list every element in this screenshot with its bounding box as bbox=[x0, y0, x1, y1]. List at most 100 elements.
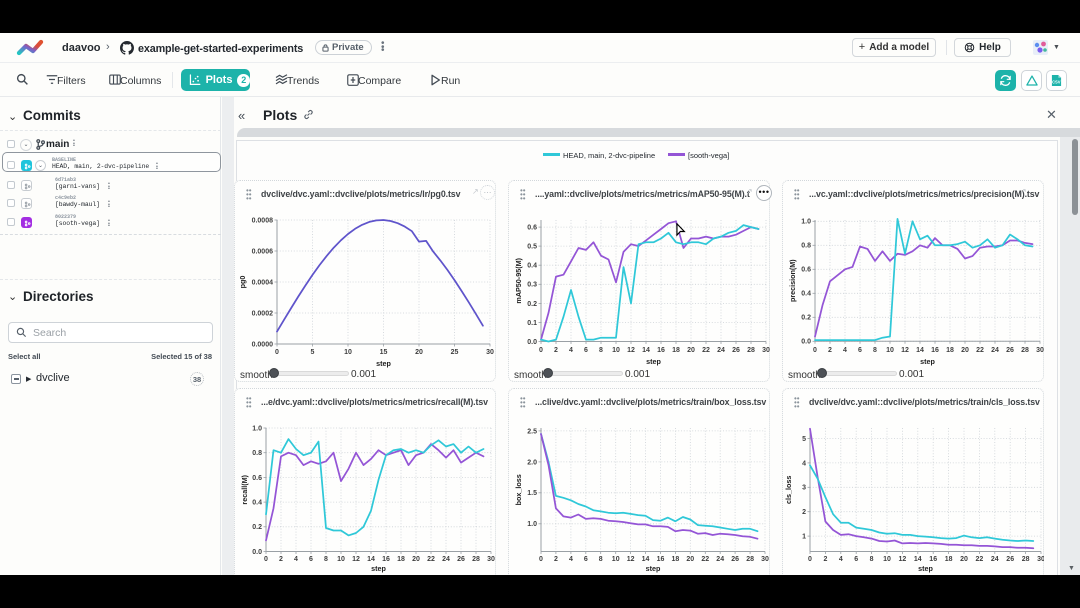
svg-text:30: 30 bbox=[761, 556, 769, 563]
svg-text:0.6: 0.6 bbox=[801, 267, 811, 274]
svg-text:14: 14 bbox=[367, 556, 375, 563]
svg-text:4: 4 bbox=[839, 556, 843, 563]
svg-text:24: 24 bbox=[991, 556, 999, 563]
svg-text:22: 22 bbox=[976, 556, 984, 563]
svg-text:1.0: 1.0 bbox=[527, 521, 537, 528]
svg-text:25: 25 bbox=[451, 349, 459, 356]
svg-text:0: 0 bbox=[808, 556, 812, 563]
svg-text:precision(M): precision(M) bbox=[788, 259, 797, 302]
svg-text:6: 6 bbox=[309, 556, 313, 563]
svg-text:0.6: 0.6 bbox=[527, 225, 537, 232]
svg-text:14: 14 bbox=[916, 347, 924, 354]
svg-text:6: 6 bbox=[858, 347, 862, 354]
svg-text:box_loss: box_loss bbox=[514, 474, 523, 505]
svg-text:0.4: 0.4 bbox=[801, 291, 811, 298]
svg-text:14: 14 bbox=[642, 556, 650, 563]
svg-text:18: 18 bbox=[945, 556, 953, 563]
svg-text:0: 0 bbox=[264, 556, 268, 563]
svg-text:16: 16 bbox=[657, 556, 665, 563]
svg-text:30: 30 bbox=[487, 556, 495, 563]
svg-text:1: 1 bbox=[802, 534, 806, 541]
svg-text:4: 4 bbox=[802, 460, 806, 467]
svg-text:10: 10 bbox=[612, 347, 620, 354]
svg-text:26: 26 bbox=[1006, 347, 1014, 354]
svg-text:20: 20 bbox=[961, 347, 969, 354]
svg-text:3: 3 bbox=[802, 485, 806, 492]
svg-text:16: 16 bbox=[382, 556, 390, 563]
svg-text:2: 2 bbox=[823, 556, 827, 563]
svg-text:step: step bbox=[646, 357, 661, 366]
svg-text:10: 10 bbox=[883, 556, 891, 563]
svg-text:20: 20 bbox=[686, 556, 694, 563]
svg-text:2: 2 bbox=[802, 509, 806, 516]
svg-text:12: 12 bbox=[352, 556, 360, 563]
svg-text:2: 2 bbox=[279, 556, 283, 563]
svg-text:2: 2 bbox=[554, 556, 558, 563]
svg-text:0.0004: 0.0004 bbox=[252, 279, 274, 286]
svg-text:16: 16 bbox=[657, 347, 665, 354]
svg-text:10: 10 bbox=[337, 556, 345, 563]
svg-text:step: step bbox=[371, 564, 386, 573]
svg-text:26: 26 bbox=[457, 556, 465, 563]
svg-text:12: 12 bbox=[899, 556, 907, 563]
svg-text:0.6: 0.6 bbox=[252, 475, 262, 482]
svg-text:18: 18 bbox=[397, 556, 405, 563]
svg-text:15: 15 bbox=[380, 349, 388, 356]
svg-text:step: step bbox=[646, 564, 661, 573]
svg-text:12: 12 bbox=[627, 347, 635, 354]
svg-text:1.5: 1.5 bbox=[527, 490, 537, 497]
svg-text:0.4: 0.4 bbox=[527, 263, 537, 270]
svg-text:0.0: 0.0 bbox=[252, 549, 262, 556]
svg-text:26: 26 bbox=[1006, 556, 1014, 563]
svg-text:4: 4 bbox=[294, 556, 298, 563]
svg-text:22: 22 bbox=[702, 347, 710, 354]
svg-text:28: 28 bbox=[1021, 347, 1029, 354]
svg-text:step: step bbox=[920, 357, 935, 366]
svg-text:30: 30 bbox=[762, 347, 770, 354]
svg-text:24: 24 bbox=[717, 347, 725, 354]
svg-text:0.1: 0.1 bbox=[527, 320, 537, 327]
svg-text:2.0: 2.0 bbox=[527, 459, 537, 466]
svg-text:0.0006: 0.0006 bbox=[252, 248, 274, 255]
svg-text:0.8: 0.8 bbox=[801, 243, 811, 250]
svg-text:18: 18 bbox=[672, 347, 680, 354]
svg-text:26: 26 bbox=[732, 347, 740, 354]
svg-text:18: 18 bbox=[672, 556, 680, 563]
svg-text:10: 10 bbox=[612, 556, 620, 563]
svg-text:0: 0 bbox=[539, 347, 543, 354]
svg-text:cls_loss: cls_loss bbox=[784, 476, 793, 504]
svg-text:0.2: 0.2 bbox=[527, 301, 537, 308]
svg-text:8: 8 bbox=[870, 556, 874, 563]
svg-text:24: 24 bbox=[991, 347, 999, 354]
svg-text:18: 18 bbox=[946, 347, 954, 354]
svg-text:6: 6 bbox=[584, 347, 588, 354]
svg-text:20: 20 bbox=[960, 556, 968, 563]
svg-text:6: 6 bbox=[854, 556, 858, 563]
svg-text:0: 0 bbox=[813, 347, 817, 354]
svg-text:2: 2 bbox=[828, 347, 832, 354]
svg-text:28: 28 bbox=[746, 556, 754, 563]
svg-text:4: 4 bbox=[569, 347, 573, 354]
svg-text:22: 22 bbox=[976, 347, 984, 354]
svg-text:12: 12 bbox=[627, 556, 635, 563]
svg-text:28: 28 bbox=[472, 556, 480, 563]
svg-text:22: 22 bbox=[701, 556, 709, 563]
svg-text:mAP50-95(M): mAP50-95(M) bbox=[514, 257, 523, 303]
svg-text:0.0002: 0.0002 bbox=[252, 310, 274, 317]
svg-text:4: 4 bbox=[843, 347, 847, 354]
svg-text:5: 5 bbox=[311, 349, 315, 356]
svg-text:8: 8 bbox=[873, 347, 877, 354]
svg-text:12: 12 bbox=[901, 347, 909, 354]
svg-text:28: 28 bbox=[747, 347, 755, 354]
svg-text:20: 20 bbox=[415, 349, 423, 356]
svg-text:1.0: 1.0 bbox=[801, 219, 811, 226]
svg-text:1.0: 1.0 bbox=[252, 425, 262, 432]
svg-text:5: 5 bbox=[802, 436, 806, 443]
svg-text:6: 6 bbox=[584, 556, 588, 563]
svg-text:0.8: 0.8 bbox=[252, 450, 262, 457]
svg-text:14: 14 bbox=[642, 347, 650, 354]
svg-text:20: 20 bbox=[687, 347, 695, 354]
svg-text:0.0: 0.0 bbox=[801, 339, 811, 346]
svg-text:16: 16 bbox=[929, 556, 937, 563]
svg-text:28: 28 bbox=[1022, 556, 1030, 563]
